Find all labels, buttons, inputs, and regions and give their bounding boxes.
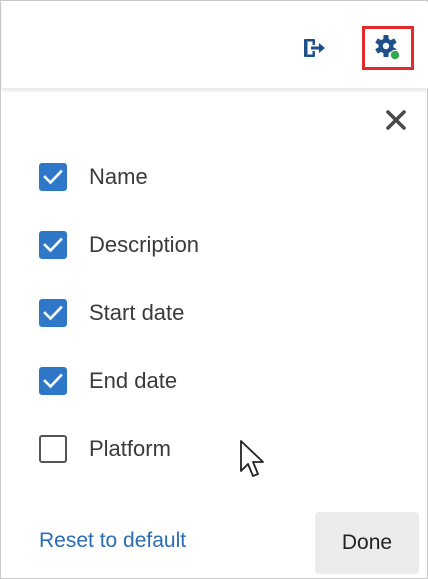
done-button[interactable]: Done: [315, 512, 419, 574]
option-start-date[interactable]: Start date: [39, 296, 339, 330]
option-description[interactable]: Description: [39, 228, 339, 262]
option-label: Platform: [89, 436, 171, 461]
option-label: End date: [89, 368, 178, 393]
mouse-pointer-icon: [240, 440, 264, 477]
close-icon: [386, 110, 406, 130]
reset-to-default-link[interactable]: Reset to default: [39, 529, 186, 553]
checkbox-checked[interactable]: [39, 367, 67, 395]
gear-with-status-dot-icon: [375, 35, 401, 61]
close-button[interactable]: [381, 105, 411, 135]
option-end-date[interactable]: End date: [39, 364, 339, 398]
checkbox-checked[interactable]: [39, 231, 67, 259]
option-label: Description: [89, 232, 200, 257]
checkbox-checked[interactable]: [39, 163, 67, 191]
option-label: Name: [89, 164, 148, 189]
settings-panel: Name Description Start date End date Pla…: [0, 0, 428, 579]
option-platform[interactable]: Platform: [39, 432, 339, 466]
checkmark-icon: [43, 169, 63, 185]
option-label: Start date: [89, 300, 185, 325]
checkbox-checked[interactable]: [39, 299, 67, 327]
checkmark-icon: [43, 237, 63, 253]
settings-button[interactable]: [362, 26, 414, 70]
export-icon: [304, 39, 325, 57]
export-button[interactable]: [300, 34, 328, 62]
checkmark-icon: [43, 305, 63, 321]
option-name[interactable]: Name: [39, 160, 339, 194]
checkbox-unchecked[interactable]: [39, 435, 67, 463]
toolbar: [2, 2, 428, 89]
checkmark-icon: [43, 373, 63, 389]
